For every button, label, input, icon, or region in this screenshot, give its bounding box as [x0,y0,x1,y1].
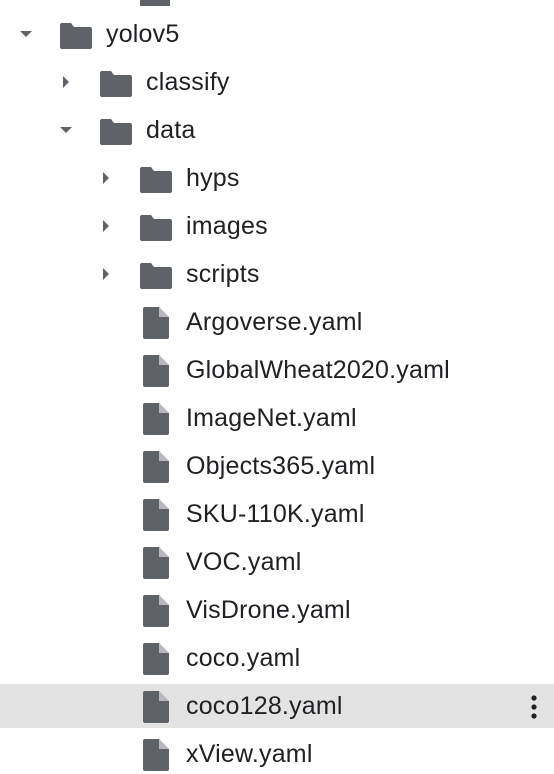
caret-down-icon[interactable] [18,26,34,42]
folder-icon [138,166,174,199]
tree-item-label: GlobalWheat2020.yaml [186,356,450,384]
tree-item-label: coco128.yaml [186,692,343,720]
tree-file-row[interactable]: VisDrone.yaml [0,588,554,632]
caret-right-icon[interactable] [98,266,114,282]
caret-right-icon[interactable] [98,218,114,234]
file-icon [142,690,170,729]
tree-item-label: ImageNet.yaml [186,404,357,432]
tree-item-label: yolov5 [106,20,180,48]
tree-file-row[interactable]: SKU-110K.yaml [0,492,554,536]
tree-folder-row[interactable]: hyps [0,156,554,200]
file-tree: yolov5 classify data hyps images scripts Argov… [0,0,554,774]
caret-right-icon[interactable] [98,170,114,186]
file-icon [142,642,170,681]
more-vert-icon[interactable] [522,692,546,722]
file-icon [142,594,170,633]
tree-file-row[interactable]: Argoverse.yaml [0,300,554,344]
tree-file-row[interactable]: ImageNet.yaml [0,396,554,440]
caret-down-icon[interactable] [58,122,74,138]
tree-item-label: classify [146,68,230,96]
tree-item-label: scripts [186,260,260,288]
clipped-row-icon [140,0,170,6]
tree-file-row[interactable]: xView.yaml [0,732,554,774]
tree-folder-row[interactable]: classify [0,60,554,104]
file-icon [142,354,170,393]
tree-item-label: xView.yaml [186,740,313,768]
tree-item-label: Objects365.yaml [186,452,376,480]
tree-file-row[interactable]: coco.yaml [0,636,554,680]
tree-folder-row[interactable]: data [0,108,554,152]
tree-folder-row[interactable]: yolov5 [0,12,554,56]
file-icon [142,738,170,774]
tree-item-label: coco.yaml [186,644,301,672]
tree-file-row[interactable]: Objects365.yaml [0,444,554,488]
file-icon [142,546,170,585]
folder-icon [58,22,94,55]
tree-item-label: SKU-110K.yaml [186,500,365,528]
tree-item-label: VisDrone.yaml [186,596,351,624]
file-icon [142,450,170,489]
folder-icon [98,118,134,151]
tree-item-label: images [186,212,268,240]
tree-file-row[interactable]: GlobalWheat2020.yaml [0,348,554,392]
tree-file-row[interactable]: coco128.yaml [0,684,554,728]
folder-icon [138,262,174,295]
tree-item-label: Argoverse.yaml [186,308,363,336]
caret-right-icon[interactable] [58,74,74,90]
tree-item-label: VOC.yaml [186,548,302,576]
file-icon [142,402,170,441]
tree-folder-row[interactable]: scripts [0,252,554,296]
tree-item-label: hyps [186,164,240,192]
file-icon [142,498,170,537]
folder-icon [98,70,134,103]
file-icon [142,306,170,345]
folder-icon [138,214,174,247]
tree-file-row[interactable]: VOC.yaml [0,540,554,584]
tree-folder-row[interactable]: images [0,204,554,248]
tree-item-label: data [146,116,196,144]
